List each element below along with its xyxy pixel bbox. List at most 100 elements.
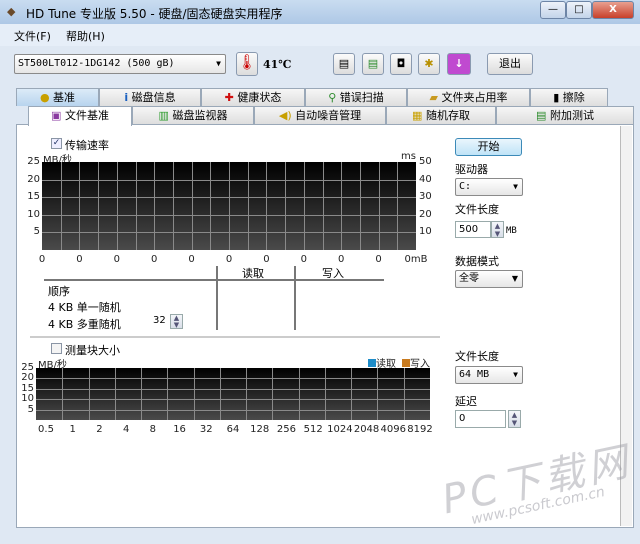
grid-line-h xyxy=(36,399,430,401)
grid-line-v xyxy=(135,162,137,250)
x-tick-label: 0 xyxy=(338,254,345,265)
x-tick-label: 16 xyxy=(173,424,186,435)
y2-axis-unit: ms xyxy=(401,151,416,162)
legend-read-swatch xyxy=(368,359,376,367)
save-icon[interactable]: ↓ xyxy=(447,53,471,75)
grid-line-v xyxy=(62,368,64,420)
grid-line-h xyxy=(36,409,430,411)
camera-icon[interactable]: ◘ xyxy=(390,53,412,75)
y-tick-label: 10 xyxy=(27,208,40,220)
x-tick-label: 64 xyxy=(226,424,240,435)
drive-label: 驱动器 xyxy=(455,163,488,176)
write-header: 写入 xyxy=(322,267,344,280)
grid-line-v xyxy=(351,368,353,420)
grid-line-v xyxy=(403,368,405,420)
legend-write-swatch xyxy=(402,359,410,367)
transfer-plot xyxy=(42,162,416,250)
tab-folder-usage[interactable]: ▰ 文件夹占用率 xyxy=(407,88,530,106)
copy-all-icon[interactable]: ▤ xyxy=(362,53,384,75)
x-tick-label: 0.5 xyxy=(38,424,54,435)
grid-line-v xyxy=(79,162,81,250)
grid-line-v xyxy=(141,368,143,420)
trash-icon: ▮ xyxy=(553,91,560,104)
x-tick-label: 0 xyxy=(375,254,382,265)
file-size-spinner[interactable]: ▲ ▼ xyxy=(491,221,504,238)
close-button[interactable]: X xyxy=(592,1,634,19)
file-size-input[interactable]: 500 xyxy=(455,221,491,238)
grid-line-v xyxy=(272,368,274,420)
y-tick-label: 5 xyxy=(27,403,34,415)
delay-input[interactable]: 0 xyxy=(455,410,506,428)
x-tick-label: 128 xyxy=(250,424,270,435)
transfer-rate-checkbox[interactable]: ✓ xyxy=(51,138,62,149)
thermometer-icon[interactable]: 🌡 xyxy=(236,52,258,76)
x-tick-label: 0 xyxy=(113,254,120,265)
x-tick-label: 0 xyxy=(263,254,270,265)
grid-line-v xyxy=(191,162,193,250)
tab-random-access[interactable]: ▦ 随机存取 xyxy=(386,106,496,124)
tab-error-scan[interactable]: ⚲ 错误扫描 xyxy=(305,88,407,106)
grid-line-v xyxy=(114,368,116,420)
data-pattern-select[interactable]: 全零 xyxy=(455,270,523,288)
menu-file[interactable]: 文件(F) xyxy=(14,28,51,44)
start-button[interactable]: 开始 xyxy=(455,138,522,156)
y2-tick-label: 40 xyxy=(419,173,432,185)
data-pattern-label: 数据模式 xyxy=(455,255,499,268)
grid-line-v xyxy=(98,162,100,250)
x-tick-label: 256 xyxy=(276,424,296,435)
tab-aam[interactable]: ◀) 自动噪音管理 xyxy=(254,106,386,124)
tab-benchmark[interactable]: ● 基准 xyxy=(16,88,99,106)
row-4kb-single: 4 KB 单一随机 xyxy=(48,301,121,314)
queue-depth-input[interactable]: 32 xyxy=(150,314,170,329)
x-tick-label: 0 xyxy=(38,254,46,265)
y2-tick-label: 50 xyxy=(419,156,432,167)
tab-info[interactable]: i 磁盘信息 xyxy=(99,88,201,106)
y-tick-label: 5 xyxy=(33,226,40,238)
y-tick-label: 15 xyxy=(21,382,34,394)
x-tick-label: 0 xyxy=(188,254,195,265)
block-size-label: 测量块大小 xyxy=(65,344,120,357)
grid-line-v xyxy=(172,162,174,250)
y-tick-label: 20 xyxy=(27,173,40,185)
minimize-button[interactable]: — xyxy=(540,1,566,19)
grid-line-v xyxy=(303,162,305,250)
block-size-checkbox[interactable] xyxy=(51,343,62,354)
window-title: HD Tune 专业版 5.50 - 硬盘/固态硬盘实用程序 xyxy=(26,7,283,21)
grid-line-v xyxy=(324,368,326,420)
maximize-button[interactable]: □ xyxy=(566,1,592,19)
drive-letter-select[interactable]: C: xyxy=(455,178,523,196)
menu-help[interactable]: 帮助(H) xyxy=(66,28,105,44)
tab-erase[interactable]: ▮ 擦除 xyxy=(530,88,608,106)
file-size-unit: MB xyxy=(506,226,517,236)
block-file-size-select[interactable]: 64 MB xyxy=(455,366,523,384)
tab-extra-tests[interactable]: ▤ 附加测试 xyxy=(496,106,634,124)
file-benchmark-icon: ▣ xyxy=(51,109,62,122)
grid-line-v xyxy=(246,368,248,420)
folder-icon: ▰ xyxy=(429,91,438,104)
y-tick-label: 15 xyxy=(27,191,40,203)
grid-line-h xyxy=(36,378,430,380)
tab-file-benchmark[interactable]: ▣ 文件基准 xyxy=(28,106,132,126)
exit-button[interactable]: 退出 xyxy=(487,53,533,75)
tab-disk-monitor[interactable]: ▥ 磁盘监视器 xyxy=(132,106,254,124)
x-tick-label: 4096 xyxy=(380,424,406,435)
tab-health[interactable]: ✚ 健康状态 xyxy=(201,88,305,106)
drive-select[interactable]: ST500LT012-1DG142 (500 gB) xyxy=(14,54,226,74)
grid-line-v xyxy=(60,162,62,250)
grid-line-v xyxy=(154,162,156,250)
extra-icon: ▤ xyxy=(536,109,547,122)
delay-spinner[interactable]: ▲ ▼ xyxy=(508,410,521,428)
copy-text-icon[interactable]: ▤ xyxy=(333,53,355,75)
queue-depth-spinner[interactable]: ▲ ▼ xyxy=(170,314,183,329)
results-divider xyxy=(216,266,218,330)
grid-line-v xyxy=(229,162,230,250)
y2-tick-label: 10 xyxy=(419,226,432,238)
grid-line-v xyxy=(193,368,195,420)
y-tick-label: 10 xyxy=(21,393,34,405)
options-icon[interactable]: ✱ xyxy=(418,53,440,75)
x-tick-label: 0 xyxy=(76,254,83,265)
bulb-icon: ● xyxy=(39,91,50,104)
info-icon: i xyxy=(124,91,129,104)
grid-line-v xyxy=(266,162,268,250)
x-tick-label: 512 xyxy=(303,424,323,435)
